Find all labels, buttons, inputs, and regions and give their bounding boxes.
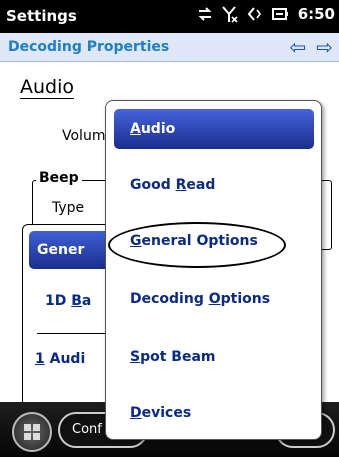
tab-1d-underline: B (71, 293, 82, 309)
status-title: Settings (6, 7, 77, 25)
tab-audio-underline: 1 (35, 351, 45, 367)
tab-audio[interactable]: 1 Audi (35, 351, 85, 367)
beep-legend: Beep (36, 170, 82, 186)
menu-item-audio-post: udio (140, 121, 176, 137)
back-arrow-icon[interactable]: ⇦ (289, 35, 306, 59)
menu-item-decoding-options[interactable]: Decoding Options (114, 279, 314, 319)
battery-charging-icon[interactable] (271, 5, 289, 23)
status-icons: 6:50 (196, 5, 335, 23)
menu-item-good-read[interactable]: Good Read (114, 165, 314, 205)
clock-time[interactable]: 6:50 (298, 5, 335, 23)
menu-item-spot-beam-post: pot Beam (140, 349, 216, 365)
menu-item-decoding-options-ul: O (208, 291, 221, 307)
tab-1d-prefix: 1D (45, 293, 72, 309)
popup-menu: Audio Good Read General Options Decoding… (105, 100, 322, 440)
menu-item-devices[interactable]: Devices (114, 393, 314, 433)
start-button[interactable] (12, 412, 52, 452)
tab-1d-barcode[interactable]: 1D Ba (45, 293, 91, 309)
app-header: Decoding Properties ⇦ ⇨ (0, 33, 339, 62)
menu-item-decoding-options-post: ptions (220, 291, 271, 307)
menu-item-good-read-ul: R (175, 177, 187, 193)
menu-item-devices-ul: D (130, 405, 142, 421)
page-title: Decoding Properties (8, 39, 170, 55)
menu-item-decoding-options-pre: Decoding (130, 291, 209, 307)
menu-item-general-options-ul: G (130, 233, 142, 249)
menu-item-audio[interactable]: Audio (114, 109, 314, 149)
status-bar: Settings 6:50 (0, 0, 339, 33)
menu-item-audio-ul: A (130, 121, 141, 137)
section-heading: Audio (20, 76, 75, 99)
menu-item-good-read-post: ead (186, 177, 216, 193)
tab-1d-suffix: a (81, 293, 92, 309)
speaker-icon[interactable] (246, 5, 264, 23)
windows-logo-icon (24, 424, 40, 440)
menu-item-spot-beam-ul: S (130, 349, 141, 365)
menu-item-general-options[interactable]: General Options (114, 221, 314, 261)
type-label: Type (52, 200, 85, 216)
volume-label: Volum (62, 128, 106, 144)
menu-item-general-options-post: eneral Options (141, 233, 258, 249)
sync-icon[interactable] (196, 5, 214, 23)
menu-item-devices-post: evices (141, 405, 192, 421)
menu-item-spot-beam[interactable]: Spot Beam (114, 337, 314, 377)
menu-item-good-read-pre: Good (130, 177, 176, 193)
antenna-off-icon[interactable] (221, 5, 239, 23)
forward-arrow-icon[interactable]: ⇨ (316, 35, 333, 59)
nav-arrows: ⇦ ⇨ (289, 35, 333, 59)
tab-audio-suffix: Audi (44, 351, 86, 367)
